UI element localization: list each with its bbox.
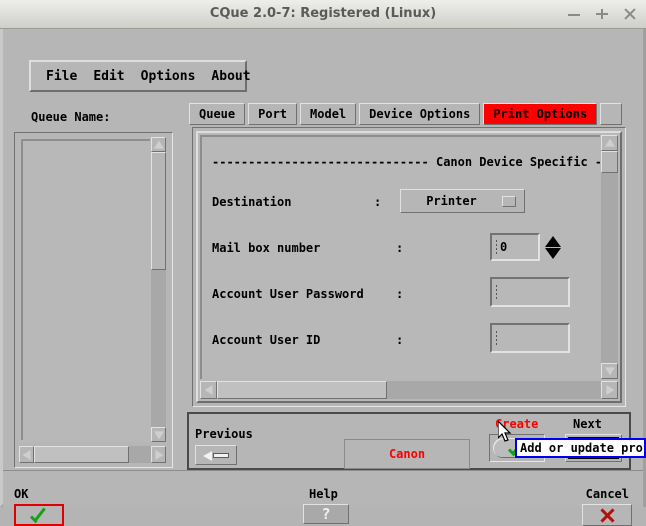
window-titlebar: CQue 2.0-7: Registered (Linux) xyxy=(0,0,646,29)
queue-list[interactable] xyxy=(19,137,166,442)
queue-vscroll-track[interactable] xyxy=(151,152,166,427)
queue-list-horizontal-scrollbar[interactable] xyxy=(19,446,166,463)
tab-content-frame: ------------------------------ Canon Dev… xyxy=(187,125,631,412)
help-label: Help xyxy=(309,487,338,501)
queue-hscroll-track[interactable] xyxy=(34,446,151,463)
label-account-user-id: Account User ID xyxy=(212,333,321,347)
account-user-id-input[interactable] xyxy=(490,323,570,353)
destination-combobox[interactable]: Printer xyxy=(400,189,525,213)
device-options-panel: ------------------------------ Canon Dev… xyxy=(196,131,622,403)
arrow-left-icon xyxy=(203,450,229,461)
scroll-down-icon[interactable] xyxy=(151,427,166,442)
tab-print-options[interactable]: Print Options xyxy=(483,103,598,125)
stepper-down-icon[interactable] xyxy=(545,247,561,259)
colon-mail-box-number: : xyxy=(396,241,404,255)
scroll-right-icon[interactable] xyxy=(151,446,166,463)
window-title: CQue 2.0-7: Registered (Linux) xyxy=(209,6,437,21)
form-scroll-left-icon[interactable] xyxy=(200,381,217,399)
application-window: CQue 2.0-7: Registered (Linux) File Edit… xyxy=(0,0,646,526)
queue-list-items[interactable] xyxy=(21,139,150,440)
form-scroll-up-icon[interactable] xyxy=(601,135,618,151)
ok-button[interactable] xyxy=(14,504,64,526)
tab-model[interactable]: Model xyxy=(300,103,357,125)
form-section-header: ------------------------------ Canon Dev… xyxy=(212,155,600,169)
account-user-password-input[interactable] xyxy=(490,277,570,307)
queue-hscroll-thumb[interactable] xyxy=(34,446,129,463)
form-vscroll-track[interactable] xyxy=(601,151,618,363)
label-destination: Destination xyxy=(212,195,292,209)
mail-box-number-input[interactable]: 0 xyxy=(490,233,540,261)
help-button[interactable]: ? xyxy=(303,504,349,524)
menu-edit[interactable]: Edit xyxy=(87,66,130,87)
queue-name-panel xyxy=(14,132,173,468)
model-name-display: Canon xyxy=(344,439,470,469)
tab-queue[interactable]: Queue xyxy=(189,103,246,125)
form-vertical-scrollbar[interactable] xyxy=(601,135,618,379)
form-horizontal-scrollbar[interactable] xyxy=(200,381,618,399)
tab-overflow[interactable] xyxy=(600,103,623,125)
mail-box-number-value: 0 xyxy=(500,240,508,254)
minimize-icon[interactable] xyxy=(567,7,581,21)
x-icon xyxy=(599,507,615,523)
window-client-area: File Edit Options About Queue Name: Queu… xyxy=(0,29,646,526)
stepper-up-icon[interactable] xyxy=(545,235,561,247)
text-caret xyxy=(496,331,497,345)
queue-name-label: Queue Name: xyxy=(31,110,111,124)
menu-options[interactable]: Options xyxy=(135,66,202,87)
scroll-up-icon[interactable] xyxy=(151,137,166,152)
label-mail-box-number: Mail box number xyxy=(212,241,321,255)
destination-value: Printer xyxy=(426,194,477,208)
form-hscroll-track[interactable] xyxy=(217,381,601,399)
queue-list-vertical-scrollbar[interactable] xyxy=(151,137,166,442)
form-scroll-viewport: ------------------------------ Canon Dev… xyxy=(200,135,600,379)
checkmark-icon xyxy=(29,507,48,523)
form-scroll-right-icon[interactable] xyxy=(601,381,618,399)
previous-label: Previous xyxy=(195,427,253,441)
form-hscroll-thumb[interactable] xyxy=(217,381,387,399)
colon-account-user-id: : xyxy=(396,333,404,347)
queue-vscroll-thumb[interactable] xyxy=(151,152,166,270)
colon-account-user-password: : xyxy=(396,287,404,301)
tab-bar: Queue Port Model Device Options Print Op… xyxy=(189,103,625,125)
cancel-button[interactable] xyxy=(582,504,632,526)
window-controls xyxy=(567,0,637,28)
mail-box-number-stepper[interactable] xyxy=(545,232,561,262)
previous-button[interactable] xyxy=(195,445,237,465)
chevron-down-icon[interactable] xyxy=(502,195,516,207)
colon-destination: : xyxy=(374,195,382,209)
form-vscroll-thumb[interactable] xyxy=(601,151,618,173)
form-scroll-down-icon[interactable] xyxy=(601,363,618,379)
menubar: File Edit Options About xyxy=(29,60,251,92)
scroll-left-icon[interactable] xyxy=(19,446,34,463)
tab-device-options[interactable]: Device Options xyxy=(359,103,481,125)
dialog-action-bar: OK Help ? Cancel xyxy=(3,470,643,526)
maximize-icon[interactable] xyxy=(595,7,609,21)
menu-about[interactable]: About xyxy=(205,66,256,87)
text-caret xyxy=(496,240,497,254)
text-caret xyxy=(496,285,497,299)
mouse-cursor xyxy=(498,421,514,443)
question-mark-icon: ? xyxy=(321,504,331,523)
tab-port[interactable]: Port xyxy=(248,103,298,125)
menu-file[interactable]: File xyxy=(40,66,83,87)
label-account-user-password: Account User Password xyxy=(212,287,364,301)
next-label: Next xyxy=(573,417,602,431)
ok-label: OK xyxy=(14,487,29,501)
close-icon[interactable] xyxy=(623,7,637,21)
cancel-label: Cancel xyxy=(585,487,629,501)
tooltip: Add or update prof xyxy=(515,438,646,458)
